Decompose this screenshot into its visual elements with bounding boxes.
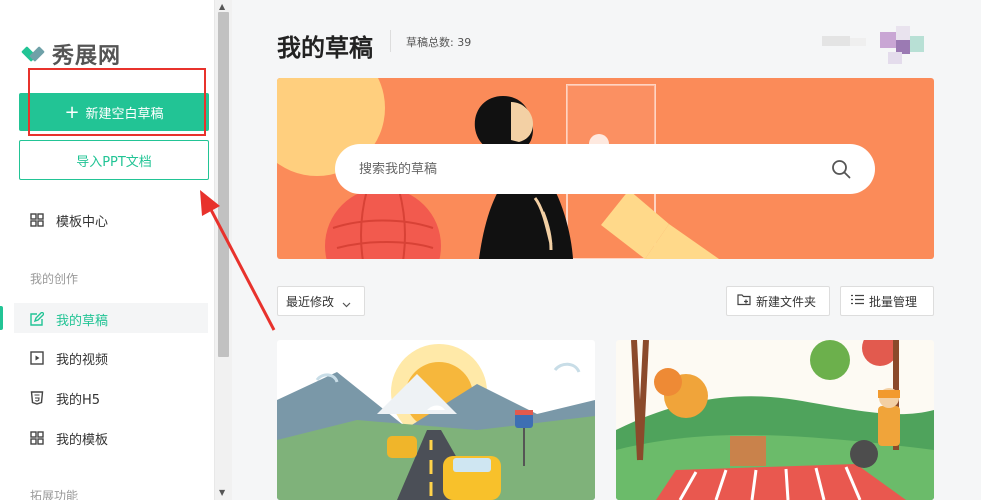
draft-thumbnail-mountain-road (277, 340, 595, 500)
app-name: 秀展网 (52, 44, 122, 69)
my-h5-label: 我的H5 (56, 392, 101, 408)
my-drafts-label: 我的草稿 (56, 313, 109, 329)
folder-add-icon (737, 293, 756, 309)
batch-manage-label: 批量管理 (869, 294, 918, 309)
scroll-down-arrow-icon[interactable]: ▼ (219, 488, 225, 497)
chevron-down-icon (342, 297, 351, 308)
page-title: 我的草稿 (277, 34, 373, 62)
import-ppt-button[interactable]: 导入PPT文档 (19, 140, 209, 180)
main-content: 我的草稿 草稿总数: 39 搜索我的草稿 最近修改 新建文件夹 批量管理 (232, 0, 981, 500)
sidebar-item-my-h5[interactable]: 我的H5 (30, 384, 100, 412)
title-divider (390, 30, 391, 52)
search-box[interactable] (335, 144, 875, 194)
sidebar-item-my-templates[interactable]: 我的模板 (30, 424, 108, 452)
draft-thumbnail-picnic (616, 340, 934, 500)
draft-count: 草稿总数: 39 (406, 36, 472, 49)
draft-card[interactable] (277, 340, 595, 500)
sidebar-item-my-drafts[interactable]: 我的草稿 (30, 305, 108, 333)
sort-label: 最近修改 (286, 294, 335, 309)
scroll-up-arrow-icon[interactable]: ▲ (219, 2, 225, 11)
list-icon (851, 294, 869, 308)
draft-card[interactable] (616, 340, 934, 500)
grid-icon (30, 213, 44, 227)
batch-manage-button[interactable]: 批量管理 (840, 286, 934, 316)
section-my-creation: 我的创作 (30, 272, 79, 286)
search-banner (277, 78, 934, 259)
search-icon[interactable] (831, 159, 851, 179)
search-input[interactable] (359, 161, 799, 177)
new-folder-button[interactable]: 新建文件夹 (726, 286, 830, 316)
sidebar-scrollbar[interactable]: ▲ ▼ (214, 0, 232, 500)
import-ppt-label: 导入PPT文档 (76, 154, 152, 170)
annotation-highlight-box (28, 68, 206, 136)
sidebar-item-template-center[interactable]: 模板中心 (30, 206, 108, 234)
avatar[interactable] (822, 22, 934, 66)
sort-dropdown[interactable]: 最近修改 (277, 286, 365, 316)
active-item-indicator (0, 306, 3, 330)
edit-icon (30, 311, 45, 326)
section-extension: 拓展功能 (30, 489, 79, 500)
sidebar-item-my-videos[interactable]: 我的视频 (30, 344, 108, 372)
template-center-label: 模板中心 (56, 214, 109, 230)
template-grid-icon (30, 431, 44, 445)
my-templates-label: 我的模板 (56, 432, 109, 448)
my-videos-label: 我的视频 (56, 352, 109, 368)
video-icon (30, 351, 44, 365)
logo-icon (20, 41, 46, 67)
h5-icon (30, 391, 44, 405)
scroll-thumb[interactable] (218, 12, 229, 357)
new-folder-label: 新建文件夹 (756, 294, 817, 309)
logo[interactable]: 秀展网 (20, 38, 121, 70)
